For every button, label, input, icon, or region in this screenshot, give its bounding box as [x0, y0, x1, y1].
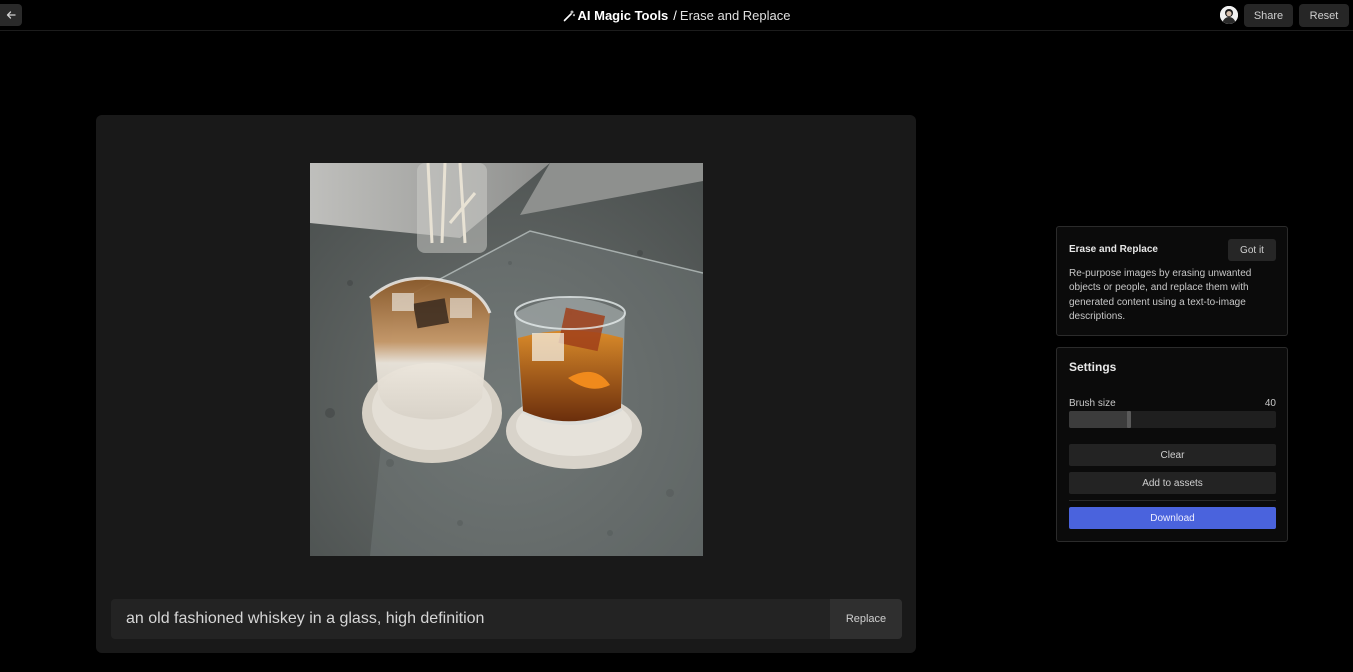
add-to-assets-button[interactable]: Add to assets	[1069, 472, 1276, 494]
breadcrumb: AI Magic Tools / Erase and Replace	[0, 7, 1353, 26]
settings-card: Settings Brush size 40 Clear Add to asse…	[1056, 347, 1288, 542]
got-it-button[interactable]: Got it	[1228, 239, 1276, 261]
breadcrumb-ai-magic-tools[interactable]: AI Magic Tools	[578, 8, 669, 23]
breadcrumb-current-page: Erase and Replace	[679, 8, 791, 23]
breadcrumb-separator: /	[673, 8, 677, 23]
reset-button[interactable]: Reset	[1299, 4, 1349, 27]
info-card-description: Re-purpose images by erasing unwanted ob…	[1069, 268, 1252, 322]
download-button[interactable]: Download	[1069, 507, 1276, 529]
settings-title: Settings	[1069, 360, 1117, 374]
brush-size-slider[interactable]	[1069, 411, 1276, 428]
info-card-title: Erase and Replace	[1069, 244, 1158, 255]
top-bar: AI Magic Tools / Erase and Replace Share R…	[0, 0, 1353, 31]
brush-size-value: 40	[1264, 398, 1276, 409]
prompt-input[interactable]	[111, 599, 831, 639]
replace-button[interactable]: Replace	[830, 599, 902, 639]
brush-size-label: Brush size	[1069, 398, 1116, 409]
canvas-panel: Replace	[96, 115, 916, 653]
brush-size-slider-fill	[1069, 411, 1129, 428]
info-card: Erase and Replace Got it Re-purpose imag…	[1056, 226, 1288, 336]
magic-wand-icon	[563, 9, 575, 26]
editable-image[interactable]	[310, 163, 703, 556]
divider	[1069, 500, 1276, 501]
avatar[interactable]	[1220, 6, 1238, 24]
prompt-bar: Replace	[111, 599, 902, 639]
brush-size-slider-thumb[interactable]	[1127, 411, 1131, 428]
clear-button[interactable]: Clear	[1069, 444, 1276, 466]
share-button[interactable]: Share	[1244, 4, 1293, 27]
